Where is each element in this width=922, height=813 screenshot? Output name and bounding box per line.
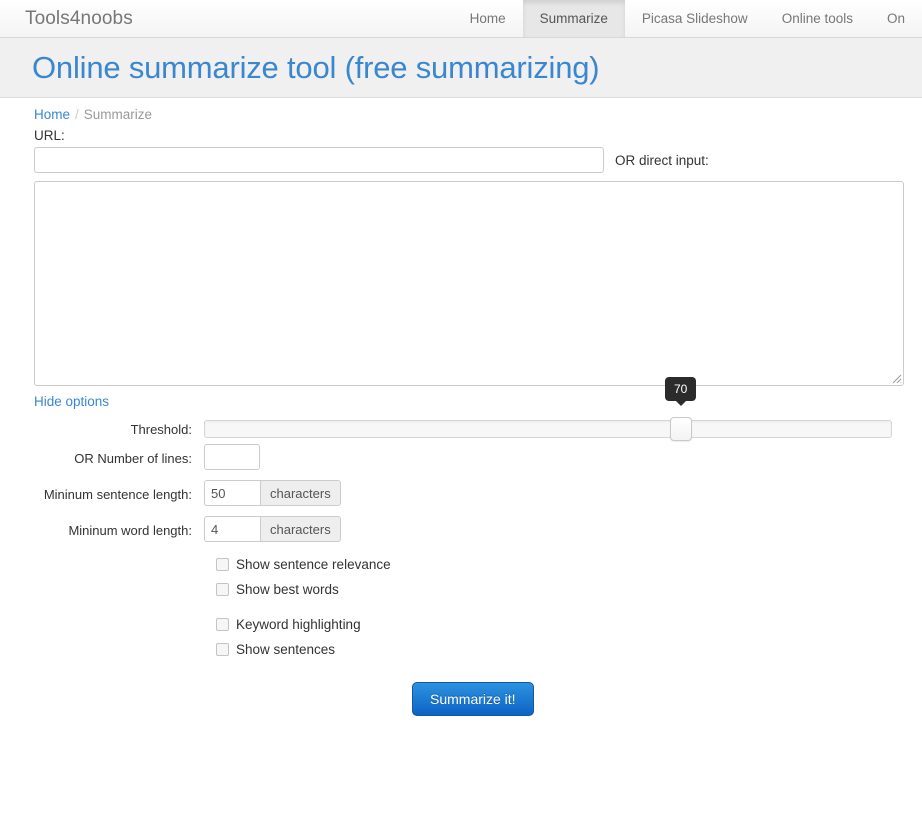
min-sentence-characters-addon: characters — [260, 480, 341, 506]
min-sentence-length-control: characters — [204, 480, 904, 506]
hide-options-link[interactable]: Hide options — [34, 394, 109, 409]
checkbox-show-sentence-relevance[interactable]: Show sentence relevance — [216, 552, 904, 577]
options-form: Threshold: 70 OR Number of lines: Mininu… — [34, 377, 904, 716]
nav-item-home[interactable]: Home — [453, 0, 523, 37]
checkbox-icon[interactable] — [216, 583, 229, 596]
breadcrumb: Home / Summarize — [34, 98, 904, 128]
checkbox-icon[interactable] — [216, 643, 229, 656]
threshold-control: 70 — [204, 377, 904, 441]
checkbox-keyword-highlighting[interactable]: Keyword highlighting — [216, 612, 904, 637]
checkbox-icon[interactable] — [216, 558, 229, 571]
threshold-slider-track[interactable] — [204, 420, 892, 438]
threshold-label: Threshold: — [130, 422, 192, 437]
number-of-lines-label: OR Number of lines: — [74, 451, 192, 466]
threshold-row: Threshold: 70 — [34, 377, 904, 441]
page-title-band: Online summarize tool (free summarizing) — [0, 38, 922, 98]
url-input[interactable] — [34, 147, 604, 173]
checkbox-icon[interactable] — [216, 618, 229, 631]
checkbox-show-sentences[interactable]: Show sentences — [216, 637, 904, 662]
main-content: Home / Summarize URL: OR direct input: Hid… — [0, 98, 922, 716]
min-word-length-control: characters — [204, 516, 904, 542]
threshold-slider-handle[interactable] — [670, 417, 692, 441]
url-label: URL: — [34, 128, 65, 143]
checkbox-spacer — [216, 602, 904, 612]
threshold-slider[interactable]: 70 — [204, 377, 892, 441]
nav-item-online-tools[interactable]: Online tools — [765, 0, 870, 37]
min-word-length-label: Mininum word length: — [68, 523, 192, 538]
nav-items: Home Summarize Picasa Slideshow Online t… — [453, 0, 922, 37]
breadcrumb-current: Summarize — [83, 107, 153, 122]
min-word-characters-addon: characters — [260, 516, 341, 542]
checkbox-label: Show best words — [236, 582, 339, 597]
min-word-input-group: characters — [204, 516, 904, 542]
min-sentence-length-row: Mininum sentence length: characters — [34, 480, 904, 506]
checkbox-label: Show sentence relevance — [236, 557, 391, 572]
or-direct-input-label: OR direct input: — [615, 152, 709, 168]
number-of-lines-row: OR Number of lines: — [34, 444, 904, 470]
breadcrumb-separator: / — [75, 107, 79, 122]
top-navbar: Tools4noobs Home Summarize Picasa Slides… — [0, 0, 922, 38]
number-of-lines-control — [204, 444, 904, 470]
number-of-lines-input[interactable] — [204, 444, 260, 470]
checkbox-label: Show sentences — [236, 642, 336, 657]
min-word-length-row: Mininum word length: characters — [34, 516, 904, 542]
checkbox-show-best-words[interactable]: Show best words — [216, 577, 904, 602]
checkbox-label: Keyword highlighting — [236, 617, 361, 632]
url-row: OR direct input: — [34, 147, 904, 173]
submit-row: Summarize it! — [216, 682, 904, 716]
threshold-slider-tooltip: 70 — [665, 377, 697, 406]
page-title: Online summarize tool (free summarizing) — [32, 49, 600, 85]
summarize-button[interactable]: Summarize it! — [412, 682, 534, 716]
nav-item-online-truncated[interactable]: On — [870, 0, 922, 37]
direct-input-wrap — [34, 181, 904, 386]
min-sentence-length-input[interactable] — [204, 480, 260, 506]
min-sentence-input-group: characters — [204, 480, 904, 506]
checkbox-group: Show sentence relevance Show best words … — [216, 552, 904, 662]
nav-item-picasa-slideshow[interactable]: Picasa Slideshow — [625, 0, 765, 37]
min-word-length-input[interactable] — [204, 516, 260, 542]
min-sentence-length-label: Mininum sentence length: — [43, 487, 192, 502]
site-brand[interactable]: Tools4noobs — [0, 0, 148, 37]
breadcrumb-home-link[interactable]: Home — [34, 107, 70, 122]
direct-input-textarea[interactable] — [34, 181, 904, 386]
nav-item-summarize[interactable]: Summarize — [522, 0, 625, 37]
